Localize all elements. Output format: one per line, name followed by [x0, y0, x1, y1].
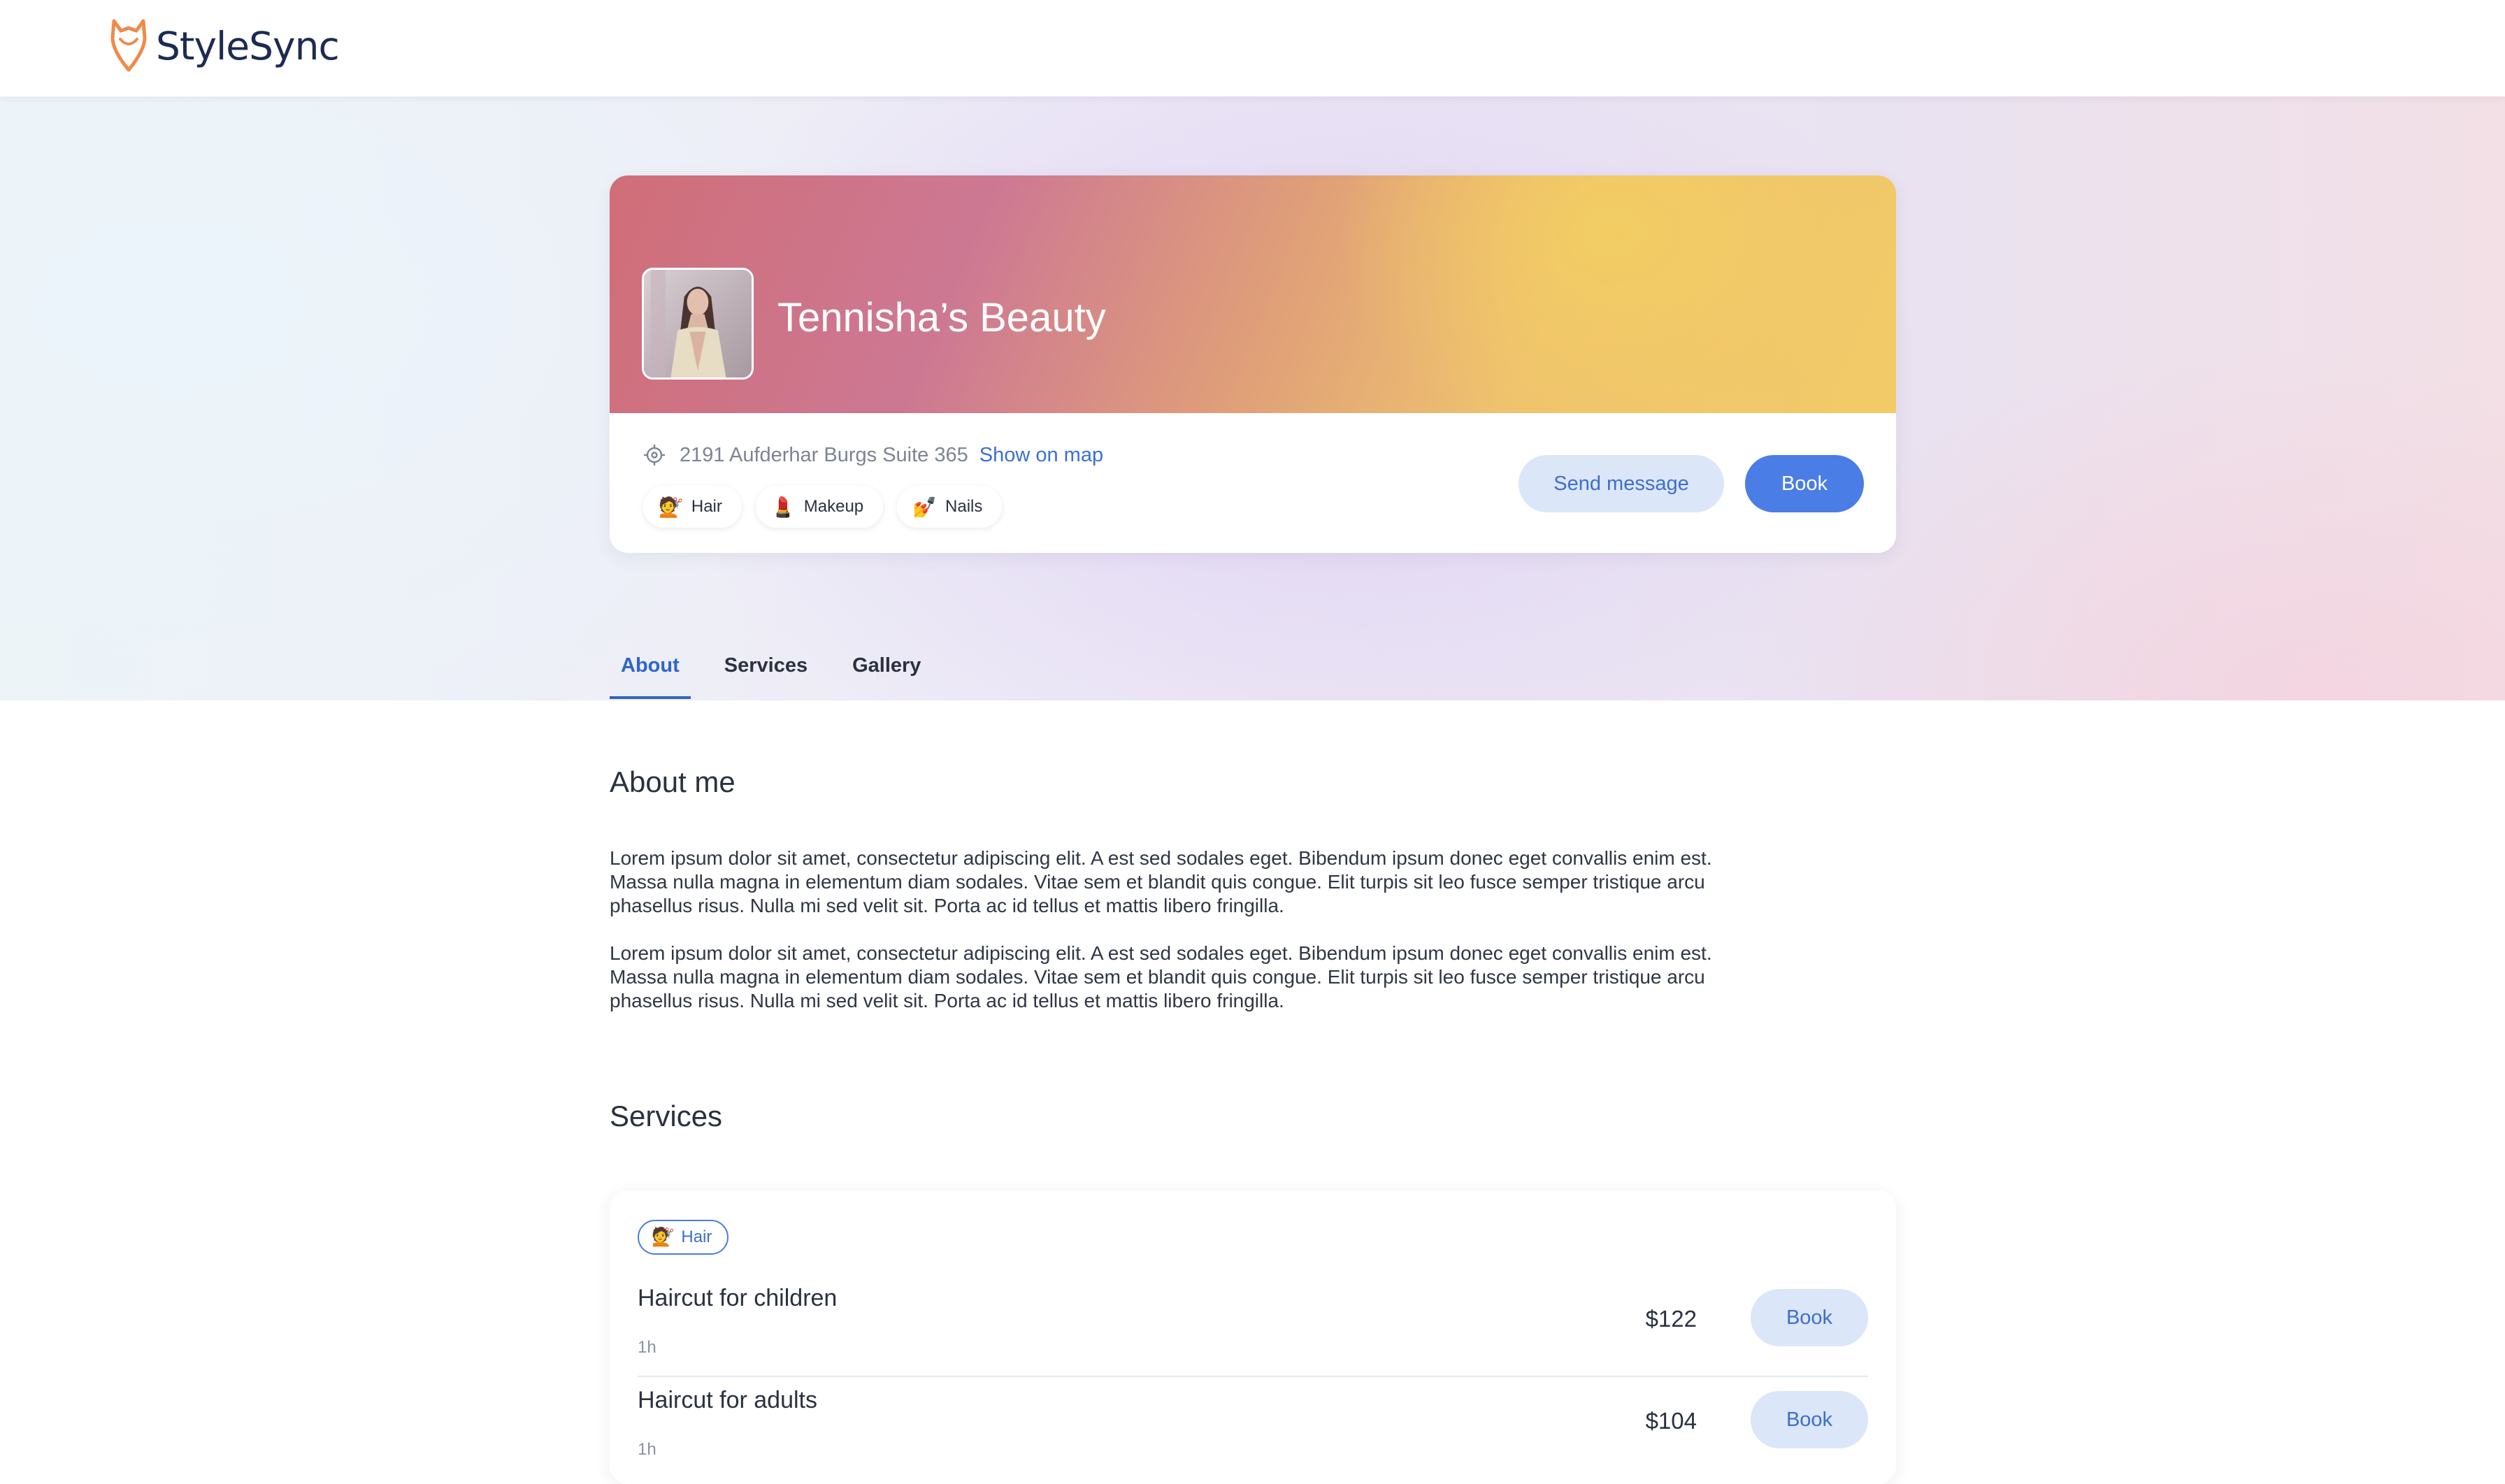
service-duration: 1h	[638, 1440, 656, 1459]
services-title: Services	[610, 1100, 723, 1132]
chip-nails[interactable]: 💅 Nails	[897, 486, 1003, 528]
service-book-button[interactable]: Book	[1751, 1289, 1868, 1346]
chip-label: Hair	[691, 497, 722, 516]
chip-label: Hair	[681, 1227, 712, 1246]
profile-tabs: About Services Gallery	[610, 636, 966, 700]
lipstick-icon: 💄	[770, 495, 796, 519]
chip-label: Nails	[945, 497, 983, 516]
book-button[interactable]: Book	[1745, 455, 1864, 512]
logo-text: StyleSync	[156, 24, 340, 69]
avatar	[642, 268, 754, 380]
tab-services[interactable]: Services	[724, 636, 808, 699]
service-row: Haircut for adults 1h $104 Book	[638, 1381, 1868, 1483]
send-message-button[interactable]: Send message	[1519, 455, 1724, 512]
service-price: $104	[1645, 1408, 1697, 1434]
haircut-icon: 💇	[652, 1227, 675, 1248]
service-price: $122	[1645, 1306, 1697, 1332]
address-row: 2191 Aufderhar Burgs Suite 365 Show on m…	[643, 438, 1103, 473]
services-card: 💇 Hair Haircut for children 1h $122 Book…	[610, 1190, 1896, 1484]
chip-label: Makeup	[803, 497, 864, 516]
location-pin-icon	[644, 445, 665, 466]
divider	[638, 1376, 1868, 1377]
logo[interactable]: StyleSync	[108, 18, 340, 74]
business-name: Tennisha’s Beauty	[777, 295, 1106, 340]
category-chips: 💇 Hair 💄 Makeup 💅 Nails	[643, 486, 1003, 528]
profile-card: Tennisha’s Beauty 2191 Aufderhar Burgs S…	[610, 175, 1896, 553]
service-name: Haircut for children	[638, 1285, 838, 1311]
service-name: Haircut for adults	[638, 1387, 817, 1413]
profile-photo	[644, 270, 752, 377]
haircut-icon: 💇	[659, 495, 683, 519]
fox-logo-icon	[110, 19, 147, 72]
address-text: 2191 Aufderhar Burgs Suite 365	[680, 443, 968, 466]
tab-gallery[interactable]: Gallery	[852, 636, 921, 699]
top-navigation-bar: StyleSync	[0, 0, 2505, 96]
service-category-chip[interactable]: 💇 Hair	[638, 1220, 729, 1255]
chip-hair[interactable]: 💇 Hair	[643, 486, 742, 528]
service-book-button[interactable]: Book	[1751, 1391, 1868, 1448]
service-duration: 1h	[638, 1338, 656, 1357]
service-row: Haircut for children 1h $122 Book	[638, 1279, 1868, 1381]
tab-about[interactable]: About	[610, 636, 691, 699]
about-paragraph: Lorem ipsum dolor sit amet, consectetur …	[610, 847, 1712, 916]
about-paragraph: Lorem ipsum dolor sit amet, consectetur …	[610, 942, 1712, 1011]
show-on-map-link[interactable]: Show on map	[979, 444, 1103, 467]
about-title: About me	[610, 765, 735, 798]
nail-polish-icon: 💅	[912, 495, 938, 519]
chip-makeup[interactable]: 💄 Makeup	[755, 486, 884, 528]
